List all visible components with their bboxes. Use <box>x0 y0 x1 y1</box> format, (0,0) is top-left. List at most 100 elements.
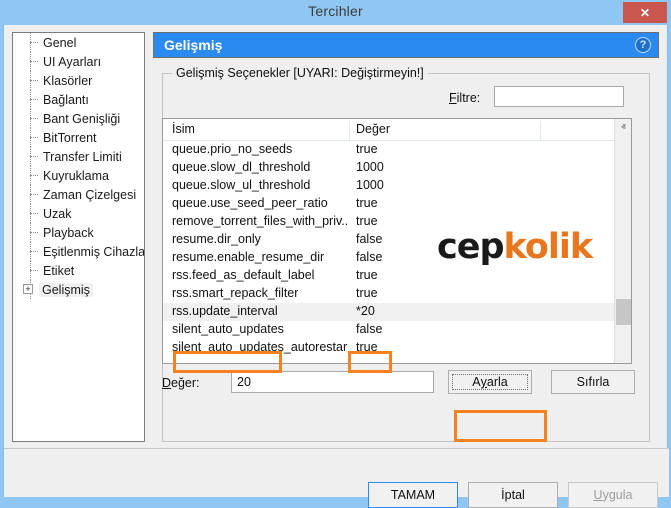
cell-setting-value: 1000 <box>356 160 384 174</box>
sidebar-item-genel[interactable]: Genel <box>13 33 144 52</box>
cell-setting-name: resume.dir_only <box>172 232 261 246</box>
set-button-focus-ring: Ay arla <box>452 374 528 390</box>
cell-setting-name: queue.use_seed_peer_ratio <box>172 196 328 210</box>
sidebar-item-geli-mi[interactable]: + Gelişmiş <box>13 280 144 299</box>
cell-setting-value: false <box>356 232 382 246</box>
title-bar: Tercihler ✕ <box>0 0 671 25</box>
table-row[interactable]: queue.slow_dl_threshold 1000 <box>163 159 631 177</box>
reset-button[interactable]: Sıfırla <box>551 370 635 394</box>
table-row[interactable]: queue.prio_no_seeds true <box>163 141 631 159</box>
sidebar-item-label: Zaman Çizelgesi <box>43 188 136 202</box>
footer-bar: TAMAM İptal Uygula <box>4 449 669 497</box>
sidebar-item-klas-rler[interactable]: Klasörler <box>13 71 144 90</box>
column-divider-1[interactable] <box>349 121 350 140</box>
column-header-name[interactable]: İsim <box>172 122 195 136</box>
scroll-down-arrow-icon[interactable]: ⱟ <box>615 346 632 363</box>
tree-branch-line <box>30 99 38 100</box>
sidebar-item-label: Transfer Limiti <box>43 150 122 164</box>
value-input[interactable] <box>231 371 434 393</box>
groupbox-legend: Gelişmiş Seçenekler [UYARI: Değiştirmeyi… <box>172 66 428 80</box>
table-row[interactable]: resume.dir_only false <box>163 231 631 249</box>
cell-setting-value: true <box>356 196 378 210</box>
tree-branch-line <box>30 80 38 81</box>
sidebar-item-e-itlenmi-cihazlar[interactable]: Eşitlenmiş Cihazlar <box>13 242 144 261</box>
table-body: queue.prio_no_seeds true queue.slow_dl_thr… <box>163 141 631 357</box>
reset-button-label: Sıfırla <box>577 375 610 389</box>
cell-setting-name: resume.enable_resume_dir <box>172 250 324 264</box>
scroll-up-arrow-icon[interactable]: ⱏ <box>615 119 632 136</box>
tree-branch-line <box>30 232 38 233</box>
table-row[interactable]: rss.smart_repack_filter true <box>163 285 631 303</box>
settings-tree[interactable]: Genel UI Ayarları Klasörler Bağlantı Bant Ge… <box>12 32 145 442</box>
sidebar-item-playback[interactable]: Playback <box>13 223 144 242</box>
cell-setting-name: queue.slow_dl_threshold <box>172 160 310 174</box>
cell-setting-value: *20 <box>356 304 375 318</box>
close-icon[interactable]: ✕ <box>623 2 667 23</box>
options-table[interactable]: İsim Değer queue.prio_no_seeds true queue.… <box>162 118 632 364</box>
value-label-mnemonic: D <box>162 376 171 390</box>
sidebar-item-bant-geni-li-i[interactable]: Bant Genişliği <box>13 109 144 128</box>
scrollbar-thumb[interactable] <box>616 299 631 325</box>
tree-branch-line <box>30 61 38 62</box>
table-row[interactable]: remove_torrent_files_with_priv... true <box>163 213 631 231</box>
filter-input[interactable] <box>494 86 624 107</box>
table-header-row: İsim Değer <box>163 119 631 141</box>
table-row[interactable]: silent_auto_updates_autorestart true <box>163 339 631 357</box>
sidebar-item-label: UI Ayarları <box>43 55 101 69</box>
cell-setting-value: 1000 <box>356 178 384 192</box>
cell-setting-name: queue.prio_no_seeds <box>172 142 292 156</box>
sidebar-item-ui-ayarlar[interactable]: UI Ayarları <box>13 52 144 71</box>
sidebar-item-label: Playback <box>43 226 94 240</box>
cell-setting-value: true <box>356 268 378 282</box>
cell-setting-name: silent_auto_updates_autorestart <box>172 340 347 354</box>
cell-setting-value: false <box>356 250 382 264</box>
tree-branch-line <box>30 194 38 195</box>
cell-setting-value: true <box>356 142 378 156</box>
value-label-rest: eğer: <box>171 376 200 390</box>
sidebar-item-label: BitTorrent <box>43 131 97 145</box>
sidebar-item-label: Etiket <box>43 264 74 278</box>
cell-setting-value: false <box>356 322 382 336</box>
tree-branch-line <box>30 213 38 214</box>
sidebar-item-label: Uzak <box>43 207 71 221</box>
tree-branch-line <box>30 118 38 119</box>
ok-button[interactable]: TAMAM <box>368 482 458 508</box>
panel-header: Gelişmiş ? <box>153 32 659 58</box>
cell-setting-name: remove_torrent_files_with_priv... <box>172 214 347 228</box>
table-row[interactable]: queue.use_seed_peer_ratio true <box>163 195 631 213</box>
column-divider-2[interactable] <box>540 121 541 140</box>
cell-setting-name: queue.slow_ul_threshold <box>172 178 310 192</box>
cell-setting-name: rss.smart_repack_filter <box>172 286 298 300</box>
sidebar-item-label: Genel <box>43 36 76 50</box>
advanced-panel: Gelişmiş ? Gelişmiş Seçenekler [UYARI: D… <box>153 32 659 442</box>
apply-button[interactable]: Uygula <box>568 482 658 508</box>
preferences-window: Tercihler ✕ Genel UI Ayarları Klasörler Bağ… <box>0 0 671 500</box>
cancel-button[interactable]: İptal <box>468 482 558 508</box>
cell-setting-value: true <box>356 214 378 228</box>
cell-setting-value: true <box>356 286 378 300</box>
filter-label-mnemonic: F <box>449 91 457 105</box>
sidebar-item-ba-lant[interactable]: Bağlantı <box>13 90 144 109</box>
table-row[interactable]: rss.update_interval *20 <box>163 303 631 321</box>
help-icon[interactable]: ? <box>635 37 651 53</box>
sidebar-item-label: Gelişmiş <box>39 283 93 297</box>
table-row[interactable]: rss.feed_as_default_label true <box>163 267 631 285</box>
sidebar-item-bittorrent[interactable]: BitTorrent <box>13 128 144 147</box>
table-row[interactable]: queue.slow_ul_threshold 1000 <box>163 177 631 195</box>
sidebar-item-transfer-limiti[interactable]: Transfer Limiti <box>13 147 144 166</box>
cell-setting-name: rss.update_interval <box>172 304 278 318</box>
sidebar-item-uzak[interactable]: Uzak <box>13 204 144 223</box>
table-scrollbar[interactable]: ⱏ ⱟ <box>614 119 631 363</box>
filter-label: Filtre: <box>449 91 480 105</box>
sidebar-item-etiket[interactable]: Etiket <box>13 261 144 280</box>
tree-expander-icon[interactable]: + <box>23 284 33 294</box>
table-row[interactable]: silent_auto_updates false <box>163 321 631 339</box>
sidebar-item-zaman-izelgesi[interactable]: Zaman Çizelgesi <box>13 185 144 204</box>
column-header-value[interactable]: Değer <box>356 122 390 136</box>
table-row[interactable]: resume.enable_resume_dir false <box>163 249 631 267</box>
tree-branch-line <box>30 270 38 271</box>
sidebar-item-label: Eşitlenmiş Cihazlar <box>43 245 145 259</box>
client-area: Genel UI Ayarları Klasörler Bağlantı Bant Ge… <box>3 25 668 497</box>
set-button[interactable]: Ay arla <box>448 370 532 394</box>
sidebar-item-kuyruklama[interactable]: Kuyruklama <box>13 166 144 185</box>
